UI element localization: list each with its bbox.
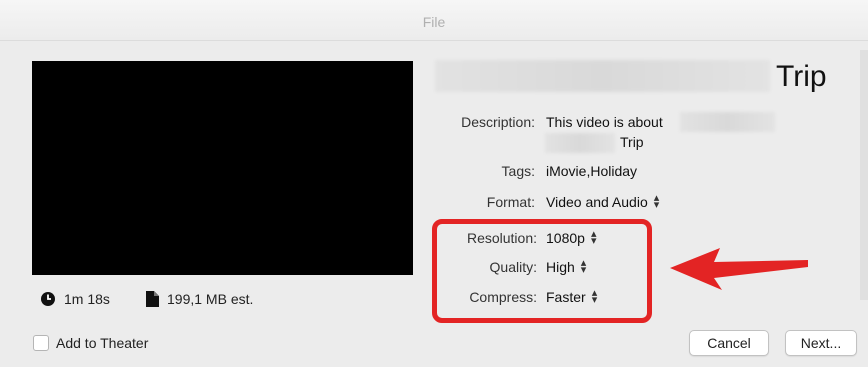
add-to-theater-option[interactable]: Add to Theater (33, 335, 148, 351)
video-title[interactable]: Trip (776, 60, 827, 94)
title-bar: File (0, 0, 868, 41)
share-file-dialog: File 1m 18s 199,1 MB est. Trip Descripti… (0, 0, 868, 367)
redacted-description-part1 (680, 112, 775, 132)
tags-value[interactable]: iMovie,Holiday (546, 163, 637, 179)
video-preview (32, 61, 413, 275)
red-highlight-box (432, 219, 652, 323)
duration-info: 1m 18s (40, 291, 110, 307)
up-down-stepper-icon: ▴ ▾ (653, 192, 660, 211)
window-title: File (422, 14, 446, 30)
format-value: Video and Audio (546, 194, 648, 210)
clock-icon (40, 291, 56, 307)
duration-text: 1m 18s (64, 291, 110, 307)
tags-label: Tags: (501, 163, 535, 179)
format-popup[interactable]: Video and Audio ▴ ▾ (546, 192, 660, 211)
file-icon (146, 291, 159, 307)
redacted-title (435, 60, 770, 92)
redacted-description-part2 (545, 133, 615, 153)
add-to-theater-checkbox[interactable] (33, 335, 49, 351)
cancel-button[interactable]: Cancel (689, 330, 769, 356)
size-text: 199,1 MB est. (167, 291, 254, 307)
description-value-line1[interactable]: This video is about (546, 114, 663, 130)
format-label: Format: (486, 194, 535, 210)
description-label: Description: (461, 114, 535, 130)
description-value-line2[interactable]: Trip (620, 134, 644, 150)
right-edge-scrollbar (860, 50, 868, 300)
red-arrow-annotation (668, 246, 810, 297)
next-button[interactable]: Next... (785, 330, 857, 356)
add-to-theater-label: Add to Theater (56, 335, 149, 351)
size-info: 199,1 MB est. (146, 291, 253, 307)
